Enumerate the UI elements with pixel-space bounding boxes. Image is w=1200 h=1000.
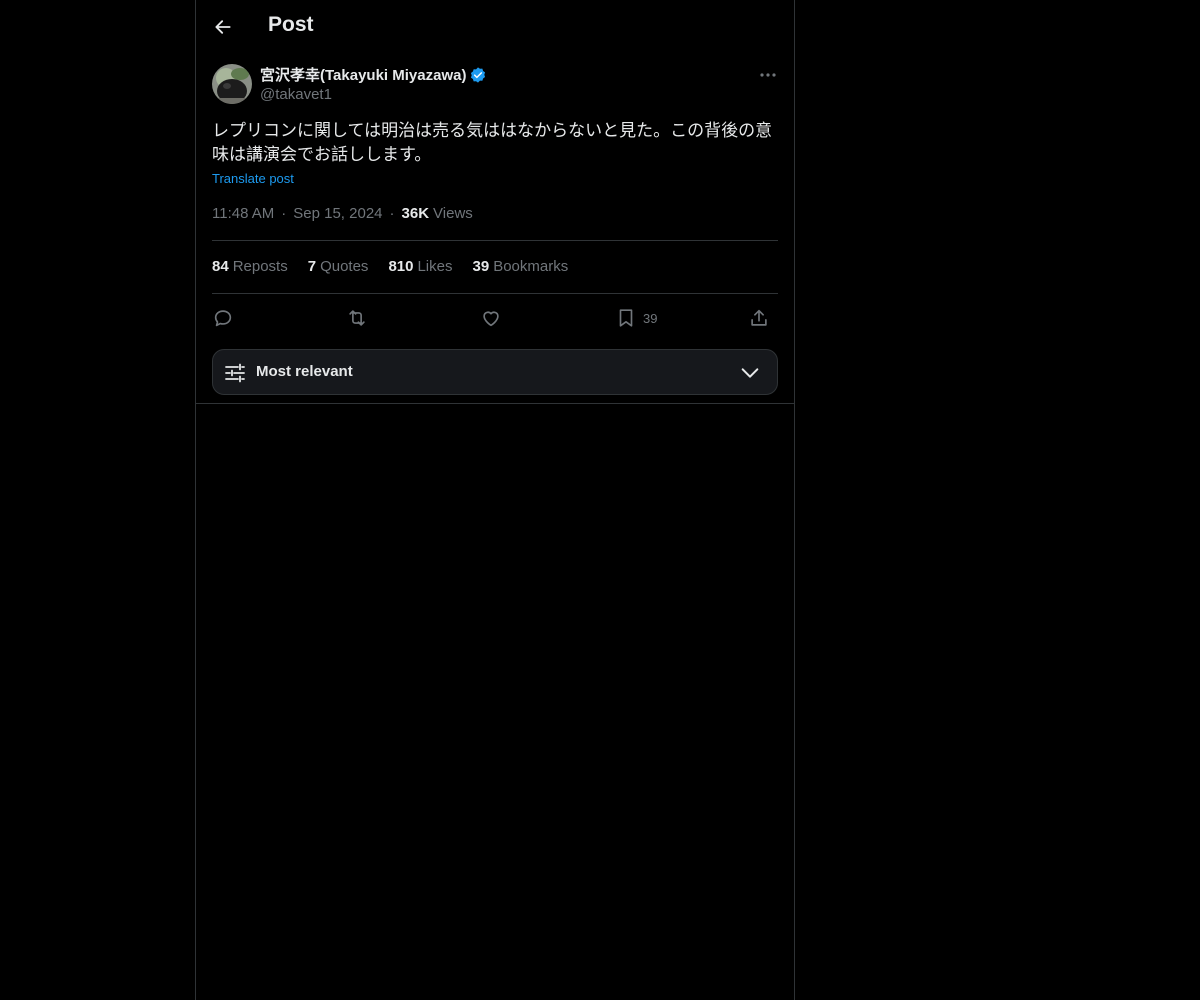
reposts-stat[interactable]: 84 Reposts [212, 258, 288, 275]
author-handle[interactable]: @takavet1 [260, 86, 332, 103]
author-name[interactable]: 宮沢孝幸(Takayuki Miyazawa) [260, 64, 466, 85]
more-icon [760, 73, 776, 77]
page-header: Post [196, 0, 794, 53]
views-count: 36K [401, 205, 430, 222]
engagement-stats: 84 Reposts 7 Quotes 810 Likes 39 Bookmarks [212, 258, 568, 275]
bookmark-button[interactable]: 39 [615, 304, 657, 332]
more-options-button[interactable] [754, 64, 782, 86]
divider [196, 403, 794, 404]
divider [212, 240, 778, 241]
avatar[interactable] [212, 64, 252, 104]
sliders-icon [225, 363, 245, 383]
bookmark-count: 39 [643, 310, 658, 326]
meta-separator: · [281, 205, 287, 222]
post-column: Post 宮沢孝幸(Takayuki Miyazawa) @takavet1 レ… [195, 0, 795, 1000]
divider [212, 293, 778, 294]
sort-label: Most relevant [256, 363, 353, 380]
bookmarks-stat[interactable]: 39 Bookmarks [473, 258, 569, 275]
share-button[interactable] [748, 304, 770, 332]
heart-icon [483, 311, 499, 327]
post-text: レプリコンに関しては明治は売る気ははなからないと見た。この背後の意味は講演会でお… [212, 121, 773, 164]
arrow-left-icon [215, 20, 231, 34]
post-time[interactable]: 11:48 AM [212, 205, 274, 222]
author-name-row: 宮沢孝幸(Takayuki Miyazawa) [260, 64, 487, 85]
page-title: Post [268, 13, 314, 36]
verified-badge-icon [469, 66, 487, 84]
bookmark-icon [619, 309, 633, 327]
reply-icon [214, 310, 232, 327]
back-button[interactable] [208, 12, 238, 42]
quotes-stat[interactable]: 7 Quotes [308, 258, 369, 275]
reply-sort-selector[interactable]: Most relevant [212, 349, 778, 395]
translate-post-link[interactable]: Translate post [212, 171, 294, 186]
share-icon [751, 309, 767, 326]
like-button[interactable] [480, 304, 502, 332]
likes-stat[interactable]: 810 Likes [388, 258, 452, 275]
post-date[interactable]: Sep 15, 2024 [293, 205, 382, 222]
repost-button[interactable] [346, 304, 368, 332]
post-actions: 39 [212, 304, 778, 332]
chevron-down-icon [741, 368, 759, 378]
reply-button[interactable] [212, 304, 234, 332]
views-label: Views [433, 205, 473, 222]
post-meta: 11:48 AM · Sep 15, 2024 · 36K Views [212, 205, 473, 222]
repost-icon [349, 310, 365, 326]
meta-separator: · [389, 205, 395, 222]
